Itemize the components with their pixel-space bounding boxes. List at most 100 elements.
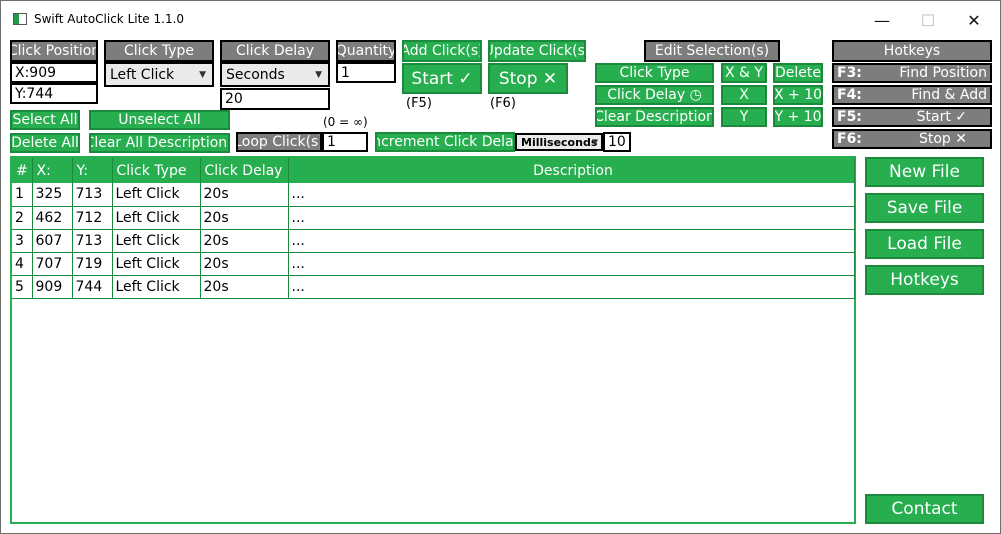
chevron-down-icon: ▼ bbox=[591, 137, 598, 147]
clear-description-button[interactable]: Clear Description bbox=[595, 107, 714, 127]
app-icon bbox=[13, 13, 27, 25]
click-type-header: Click Type bbox=[104, 40, 214, 62]
cell-click-delay: 20s bbox=[200, 275, 289, 299]
increment-value-field[interactable]: 10 bbox=[603, 132, 631, 152]
cell-x: 707 bbox=[32, 252, 73, 276]
cell-click-type: Left Click bbox=[112, 275, 201, 299]
title-bar: Swift AutoClick Lite 1.1.0 — ☐ ✕ bbox=[1, 1, 1000, 39]
save-file-button[interactable]: Save File bbox=[865, 193, 984, 223]
unselect-all-button[interactable]: Unselect All bbox=[89, 110, 230, 130]
col-click-type-header[interactable]: Click Type bbox=[112, 158, 201, 183]
cell-click-delay: 20s bbox=[200, 206, 289, 230]
cell-index: 2 bbox=[12, 206, 33, 230]
clear-all-descriptions-button[interactable]: Clear All Descriptions bbox=[89, 133, 230, 153]
cell-click-type: Left Click bbox=[112, 229, 201, 253]
edit-y-button[interactable]: Y bbox=[721, 107, 767, 127]
cell-index: 3 bbox=[12, 229, 33, 253]
cell-description[interactable]: ... bbox=[288, 252, 855, 276]
edit-x-button[interactable]: X bbox=[721, 85, 767, 105]
close-button[interactable]: ✕ bbox=[951, 1, 997, 39]
hotkey-action: Find & Add bbox=[911, 87, 987, 103]
click-position-header: Click Position bbox=[10, 40, 98, 62]
cell-description[interactable]: ... bbox=[288, 183, 855, 207]
hotkey-key: F3: bbox=[837, 65, 862, 81]
window-title: Swift AutoClick Lite 1.1.0 bbox=[34, 12, 185, 26]
stop-button[interactable]: Stop ✕ bbox=[488, 63, 568, 94]
table-header-row: # X: Y: Click Type Click Delay Descripti… bbox=[12, 158, 855, 183]
chevron-down-icon: ▼ bbox=[315, 69, 322, 80]
cell-index: 4 bbox=[12, 252, 33, 276]
quantity-field[interactable]: 1 bbox=[336, 62, 396, 83]
edit-click-type-button[interactable]: Click Type bbox=[595, 63, 714, 83]
x-position-field[interactable]: X:909 bbox=[10, 62, 98, 83]
click-type-select[interactable]: Left Click ▼ bbox=[104, 62, 214, 87]
y-position-field[interactable]: Y:744 bbox=[10, 83, 98, 104]
cell-description[interactable]: ... bbox=[288, 229, 855, 253]
edit-click-delay-button[interactable]: Click Delay ◷ bbox=[595, 85, 714, 105]
cell-index: 5 bbox=[12, 275, 33, 299]
y-plus-10-button[interactable]: Y + 10 bbox=[773, 107, 823, 127]
cell-x: 607 bbox=[32, 229, 73, 253]
table-row[interactable]: 4 707 719 Left Click 20s ... bbox=[12, 252, 855, 276]
delete-selection-button[interactable]: Delete bbox=[773, 63, 823, 83]
contact-button[interactable]: Contact bbox=[865, 494, 984, 524]
table-row[interactable]: 3 607 713 Left Click 20s ... bbox=[12, 229, 855, 253]
increment-unit-select[interactable]: Milliseconds ▼ bbox=[515, 133, 603, 151]
cell-x: 462 bbox=[32, 206, 73, 230]
cell-x: 909 bbox=[32, 275, 73, 299]
hotkey-action: Stop ✕ bbox=[918, 131, 967, 147]
cell-click-delay: 20s bbox=[200, 229, 289, 253]
cell-click-delay: 20s bbox=[200, 252, 289, 276]
cell-description[interactable]: ... bbox=[288, 206, 855, 230]
col-click-delay-header[interactable]: Click Delay bbox=[200, 158, 289, 183]
add-clicks-button[interactable]: Add Click(s) bbox=[402, 40, 482, 62]
x-plus-10-button[interactable]: X + 10 bbox=[773, 85, 823, 105]
edit-selection-header: Edit Selection(s) bbox=[644, 40, 780, 62]
delay-value-field[interactable]: 20 bbox=[220, 88, 330, 110]
quantity-header: Quantity bbox=[336, 40, 396, 62]
minimize-button[interactable]: — bbox=[859, 1, 905, 39]
cell-index: 1 bbox=[12, 183, 33, 207]
hotkey-key: F5: bbox=[837, 109, 862, 125]
delay-unit-value: Seconds bbox=[226, 66, 285, 83]
cell-y: 744 bbox=[72, 275, 113, 299]
start-button[interactable]: Start ✓ bbox=[402, 63, 482, 94]
cell-y: 713 bbox=[72, 229, 113, 253]
select-all-button[interactable]: Select All bbox=[10, 110, 80, 130]
increment-unit-value: Milliseconds bbox=[521, 135, 598, 149]
edit-xy-button[interactable]: X & Y bbox=[721, 63, 767, 83]
loop-count-field[interactable]: 1 bbox=[322, 132, 368, 152]
hotkey-action: Find Position bbox=[899, 65, 987, 81]
hotkey-find-position: F3: Find Position bbox=[832, 63, 992, 83]
hotkeys-button[interactable]: Hotkeys bbox=[865, 265, 984, 295]
cell-click-type: Left Click bbox=[112, 183, 201, 207]
col-description-header[interactable]: Description bbox=[288, 158, 855, 183]
update-clicks-button[interactable]: Update Click(s) bbox=[488, 40, 586, 62]
click-delay-header: Click Delay bbox=[220, 40, 330, 62]
cell-y: 719 bbox=[72, 252, 113, 276]
cell-click-delay: 20s bbox=[200, 183, 289, 207]
col-x-header[interactable]: X: bbox=[32, 158, 73, 183]
increment-delay-button[interactable]: Increment Click Delay bbox=[375, 132, 515, 152]
delay-unit-select[interactable]: Seconds ▼ bbox=[220, 62, 330, 87]
cell-description[interactable]: ... bbox=[288, 275, 855, 299]
hotkey-find-add: F4: Find & Add bbox=[832, 85, 992, 105]
delete-all-button[interactable]: Delete All bbox=[10, 133, 80, 153]
table-row[interactable]: 5 909 744 Left Click 20s ... bbox=[12, 275, 855, 299]
hotkeys-header: Hotkeys bbox=[832, 40, 992, 62]
hotkey-start: F5: Start ✓ bbox=[832, 107, 992, 127]
new-file-button[interactable]: New File bbox=[865, 157, 984, 187]
table-row[interactable]: 2 462 712 Left Click 20s ... bbox=[12, 206, 855, 230]
col-y-header[interactable]: Y: bbox=[72, 158, 113, 183]
hotkey-stop: F6: Stop ✕ bbox=[832, 129, 992, 149]
maximize-button[interactable]: ☐ bbox=[905, 1, 951, 39]
chevron-down-icon: ▼ bbox=[199, 69, 206, 80]
table-row[interactable]: 1 325 713 Left Click 20s ... bbox=[12, 183, 855, 207]
clicks-table: # X: Y: Click Type Click Delay Descripti… bbox=[12, 158, 855, 299]
cell-y: 713 bbox=[72, 183, 113, 207]
cell-y: 712 bbox=[72, 206, 113, 230]
col-index-header[interactable]: # bbox=[12, 158, 33, 183]
click-type-value: Left Click bbox=[110, 66, 175, 83]
cell-click-type: Left Click bbox=[112, 252, 201, 276]
load-file-button[interactable]: Load File bbox=[865, 229, 984, 259]
